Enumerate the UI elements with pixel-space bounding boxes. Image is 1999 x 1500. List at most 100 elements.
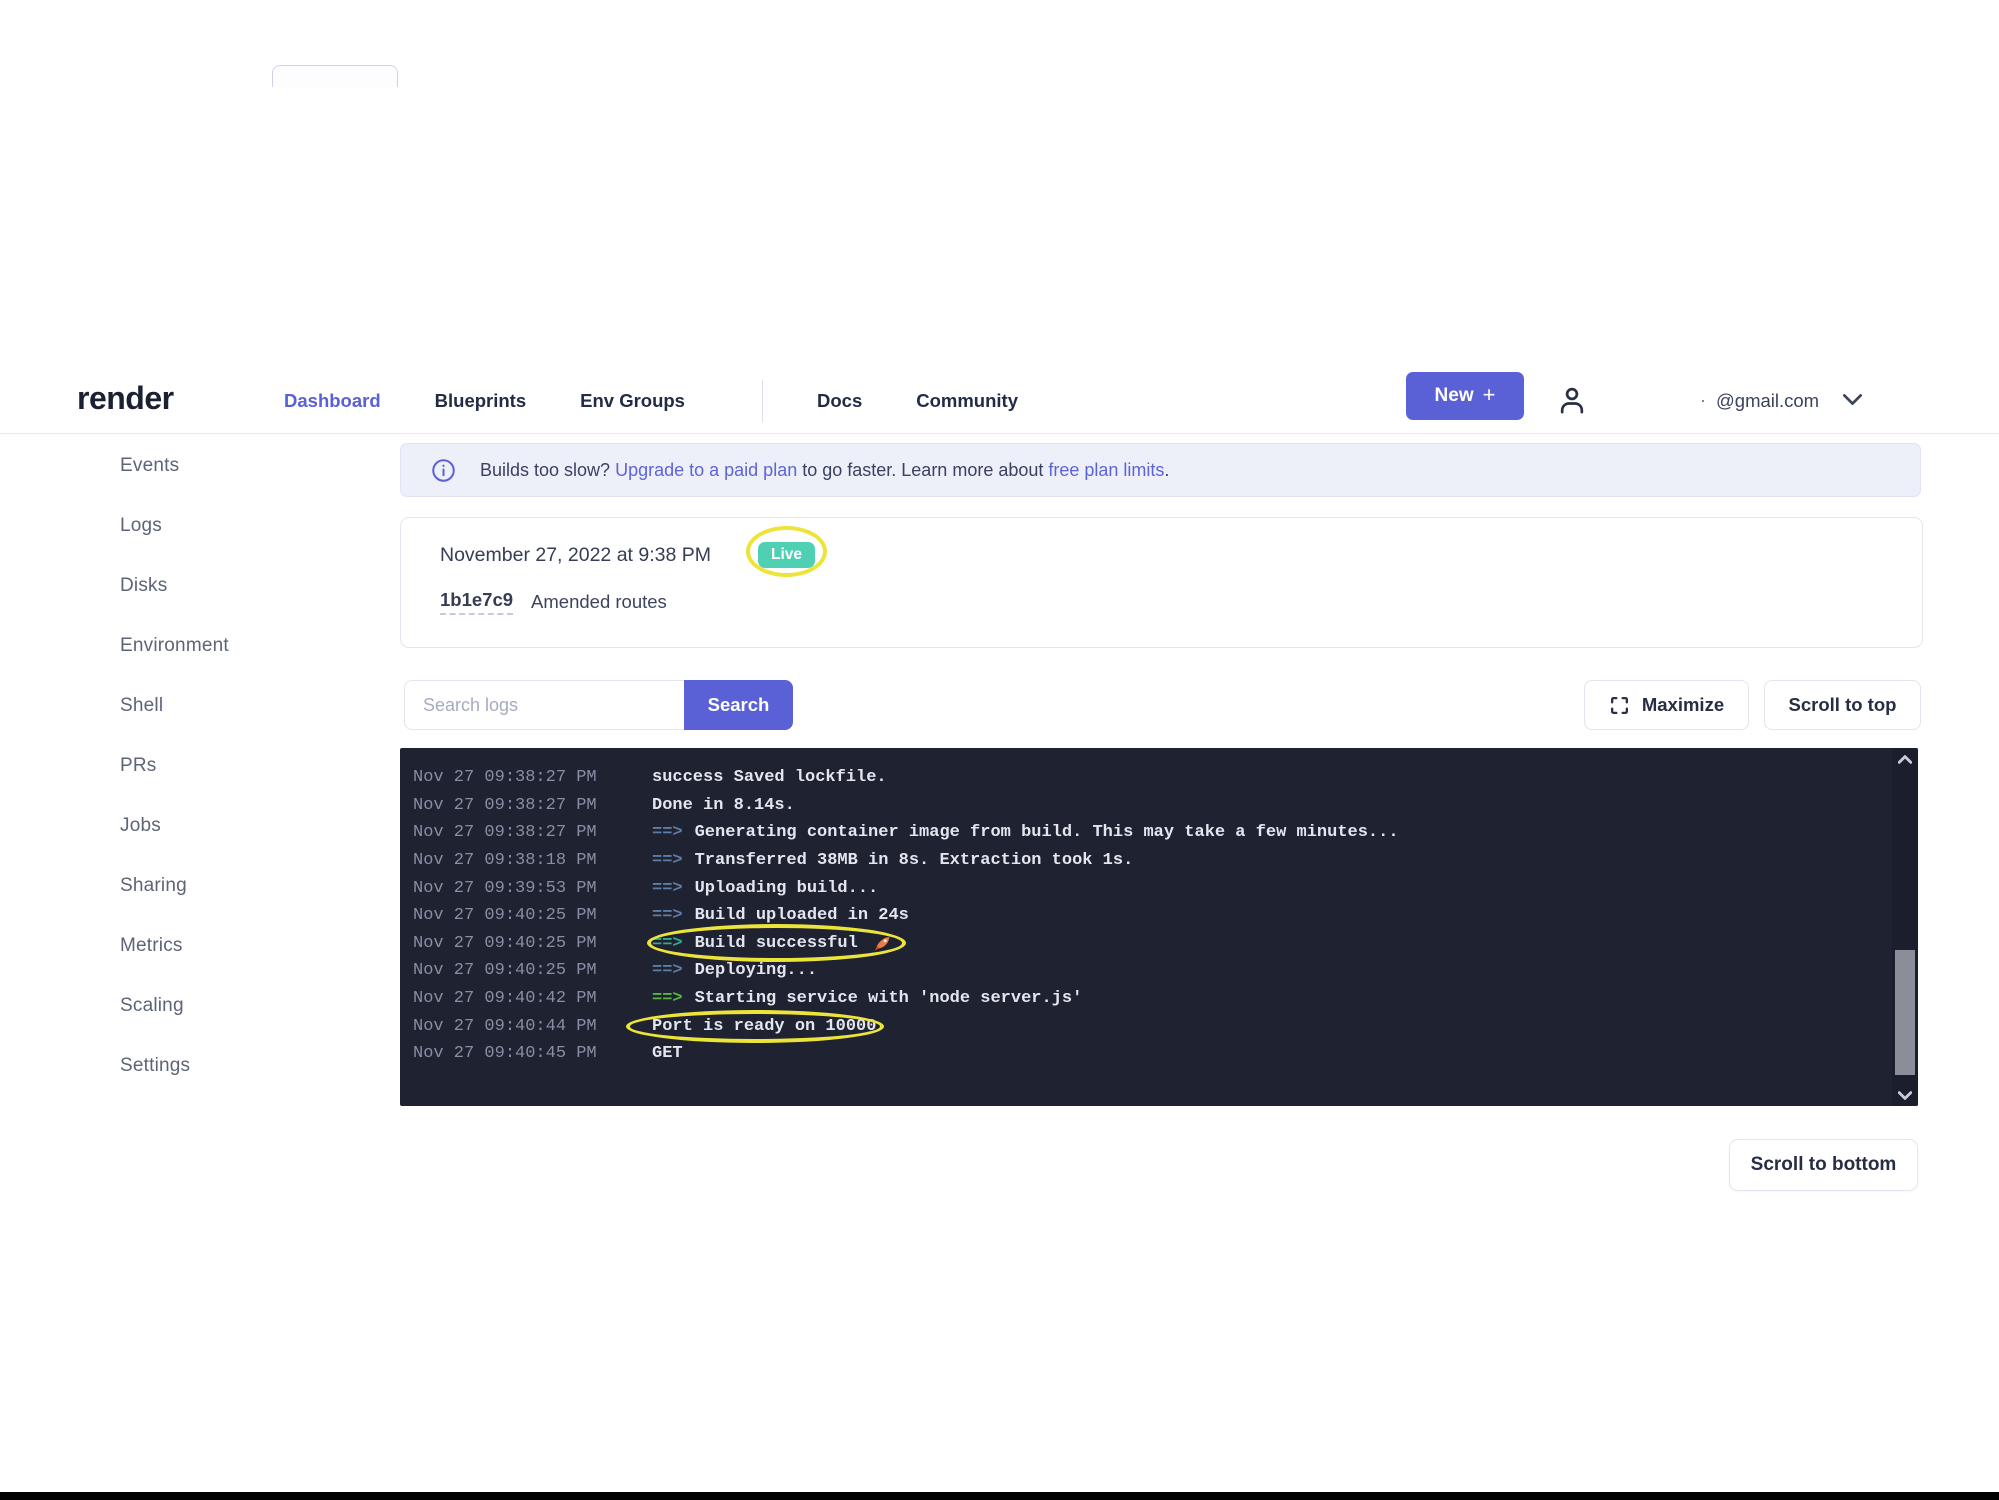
info-icon	[431, 458, 456, 483]
log-arrow: ==>	[652, 906, 683, 925]
log-lines: Nov 27 09:38:27 PMsuccess Saved lockfile…	[413, 764, 1918, 1068]
log-line: Nov 27 09:40:42 PM==> Starting service wi…	[413, 985, 1918, 1013]
nav-item-community[interactable]: Community	[916, 390, 1018, 412]
log-line: Nov 27 09:40:45 PMGET	[413, 1040, 1918, 1068]
search-button[interactable]: Search	[684, 680, 793, 730]
log-line: Nov 27 09:39:53 PM==> Uploading build...	[413, 874, 1918, 902]
log-message: Generating container image from build. T…	[695, 823, 1399, 842]
chevron-down-icon[interactable]	[1843, 392, 1862, 410]
nav-item-blueprints[interactable]: Blueprints	[435, 390, 526, 412]
logs-toolbar: Search Maximize Scroll to top	[400, 680, 1921, 730]
search-logs-input[interactable]	[404, 680, 684, 730]
log-arrow: ==>	[652, 934, 683, 953]
top-navbar: render Dashboard Blueprints Env Groups Doc…	[0, 368, 1999, 434]
new-button[interactable]: New +	[1406, 372, 1524, 420]
plus-icon: +	[1483, 382, 1496, 408]
maximize-label: Maximize	[1642, 694, 1724, 716]
log-line: Nov 27 09:38:27 PM==> Generating containe…	[413, 819, 1918, 847]
sidebar-item-jobs[interactable]: Jobs	[120, 796, 340, 856]
log-message: Port is ready on 10000	[652, 1017, 876, 1036]
log-arrow: ==>	[652, 823, 683, 842]
free-plan-limits-link[interactable]: free plan limits	[1048, 460, 1164, 480]
log-timestamp: Nov 27 09:40:45 PM	[413, 1044, 652, 1063]
bottom-row: Scroll to bottom	[400, 1139, 1921, 1191]
sidebar-item-events[interactable]: Events	[120, 436, 340, 496]
log-message: GET	[652, 1044, 683, 1063]
sidebar-item-disks[interactable]: Disks	[120, 556, 340, 616]
log-message: Starting service with 'node server.js'	[695, 989, 1083, 1008]
log-timestamp: Nov 27 09:40:42 PM	[413, 989, 652, 1008]
scroll-to-top-button[interactable]: Scroll to top	[1764, 680, 1921, 730]
sidebar-item-shell[interactable]: Shell	[120, 676, 340, 736]
log-arrow: ==>	[652, 989, 683, 1008]
log-terminal: Nov 27 09:38:27 PMsuccess Saved lockfile…	[400, 748, 1918, 1106]
maximize-button[interactable]: Maximize	[1584, 680, 1749, 730]
banner-text: Builds too slow? Upgrade to a paid plan …	[480, 460, 1169, 481]
sidebar-item-prs[interactable]: PRs	[120, 736, 340, 796]
log-line: Nov 27 09:40:25 PM==> Build successful	[413, 930, 1918, 958]
deploy-date-row: November 27, 2022 at 9:38 PM Live	[440, 542, 1922, 568]
nav-divider	[762, 380, 763, 422]
commit-row: 1b1e7c9 Amended routes	[440, 589, 1922, 615]
deploy-date: November 27, 2022 at 9:38 PM	[440, 544, 711, 567]
sidebar-item-logs[interactable]: Logs	[120, 496, 340, 556]
log-arrow: ==>	[652, 851, 683, 870]
nav-item-dashboard[interactable]: Dashboard	[284, 390, 381, 412]
nav-primary-group: Dashboard Blueprints Env Groups	[284, 368, 685, 433]
sidebar-item-environment[interactable]: Environment	[120, 616, 340, 676]
page: render Dashboard Blueprints Env Groups Doc…	[0, 0, 1999, 1500]
active-tab-indicator	[272, 65, 398, 87]
scrollbar-up-icon[interactable]	[1892, 748, 1918, 770]
log-line: Nov 27 09:40:44 PMPort is ready on 10000	[413, 1012, 1918, 1040]
main-content: Builds too slow? Upgrade to a paid plan …	[400, 434, 1921, 1191]
log-message: Done in 8.14s.	[652, 796, 795, 815]
nav-item-docs[interactable]: Docs	[817, 390, 862, 412]
banner-text-pre: Builds too slow?	[480, 460, 615, 480]
log-timestamp: Nov 27 09:39:53 PM	[413, 879, 652, 898]
nav-item-env-groups[interactable]: Env Groups	[580, 390, 685, 412]
log-message: Build uploaded in 24s	[695, 906, 909, 925]
upgrade-plan-link[interactable]: Upgrade to a paid plan	[615, 460, 797, 480]
live-status-badge: Live	[758, 542, 815, 568]
sidebar-item-sharing[interactable]: Sharing	[120, 856, 340, 916]
commit-hash-link[interactable]: 1b1e7c9	[440, 589, 513, 615]
banner-text-mid: to go faster. Learn more about	[797, 460, 1048, 480]
log-arrow: ==>	[652, 961, 683, 980]
scroll-to-bottom-button[interactable]: Scroll to bottom	[1729, 1139, 1918, 1191]
annotated-log-segment: Build successful	[695, 933, 892, 953]
free-plan-banner: Builds too slow? Upgrade to a paid plan …	[400, 443, 1921, 497]
render-logo[interactable]: render	[77, 380, 174, 417]
service-sidebar: EventsLogsDisksEnvironmentShellPRsJobsSh…	[120, 436, 340, 1096]
user-avatar-icon[interactable]	[1553, 382, 1591, 420]
scrollbar-thumb[interactable]	[1895, 950, 1915, 1075]
log-line: Nov 27 09:38:27 PMDone in 8.14s.	[413, 792, 1918, 820]
scrollbar-down-icon[interactable]	[1892, 1084, 1918, 1106]
log-message: Deploying...	[695, 961, 817, 980]
sidebar-item-settings[interactable]: Settings	[120, 1036, 340, 1096]
terminal-scrollbar[interactable]	[1892, 748, 1918, 1106]
log-timestamp: Nov 27 09:40:44 PM	[413, 1017, 652, 1036]
email-bullet: ·	[1700, 390, 1706, 411]
log-line: Nov 27 09:38:27 PMsuccess Saved lockfile…	[413, 764, 1918, 792]
rocket-icon	[872, 933, 892, 953]
bottom-black-bar	[0, 1492, 1999, 1500]
sidebar-item-scaling[interactable]: Scaling	[120, 976, 340, 1036]
log-line: Nov 27 09:38:18 PM==>Transferred 38MB in…	[413, 847, 1918, 875]
account-menu[interactable]: · @gmail.com	[1700, 368, 1862, 433]
log-arrow: ==>	[652, 879, 683, 898]
log-timestamp: Nov 27 09:38:27 PM	[413, 823, 652, 842]
log-line: Nov 27 09:40:25 PM==>Deploying...	[413, 957, 1918, 985]
deploy-card: November 27, 2022 at 9:38 PM Live 1b1e7c…	[400, 517, 1923, 648]
sidebar-item-metrics[interactable]: Metrics	[120, 916, 340, 976]
annotated-log-segment: Port is ready on 10000	[652, 1017, 876, 1036]
new-button-label: New	[1435, 385, 1474, 407]
log-message: Transferred 38MB in 8s. Extraction took …	[695, 851, 1134, 870]
log-timestamp: Nov 27 09:38:27 PM	[413, 796, 652, 815]
log-message: Build successful	[695, 934, 858, 953]
log-search-group: Search	[404, 680, 793, 730]
maximize-icon	[1609, 695, 1630, 716]
log-timestamp: Nov 27 09:40:25 PM	[413, 934, 652, 953]
live-badge-label: Live	[771, 546, 802, 563]
log-message: Uploading build...	[695, 879, 879, 898]
log-message: success Saved lockfile.	[652, 768, 887, 787]
